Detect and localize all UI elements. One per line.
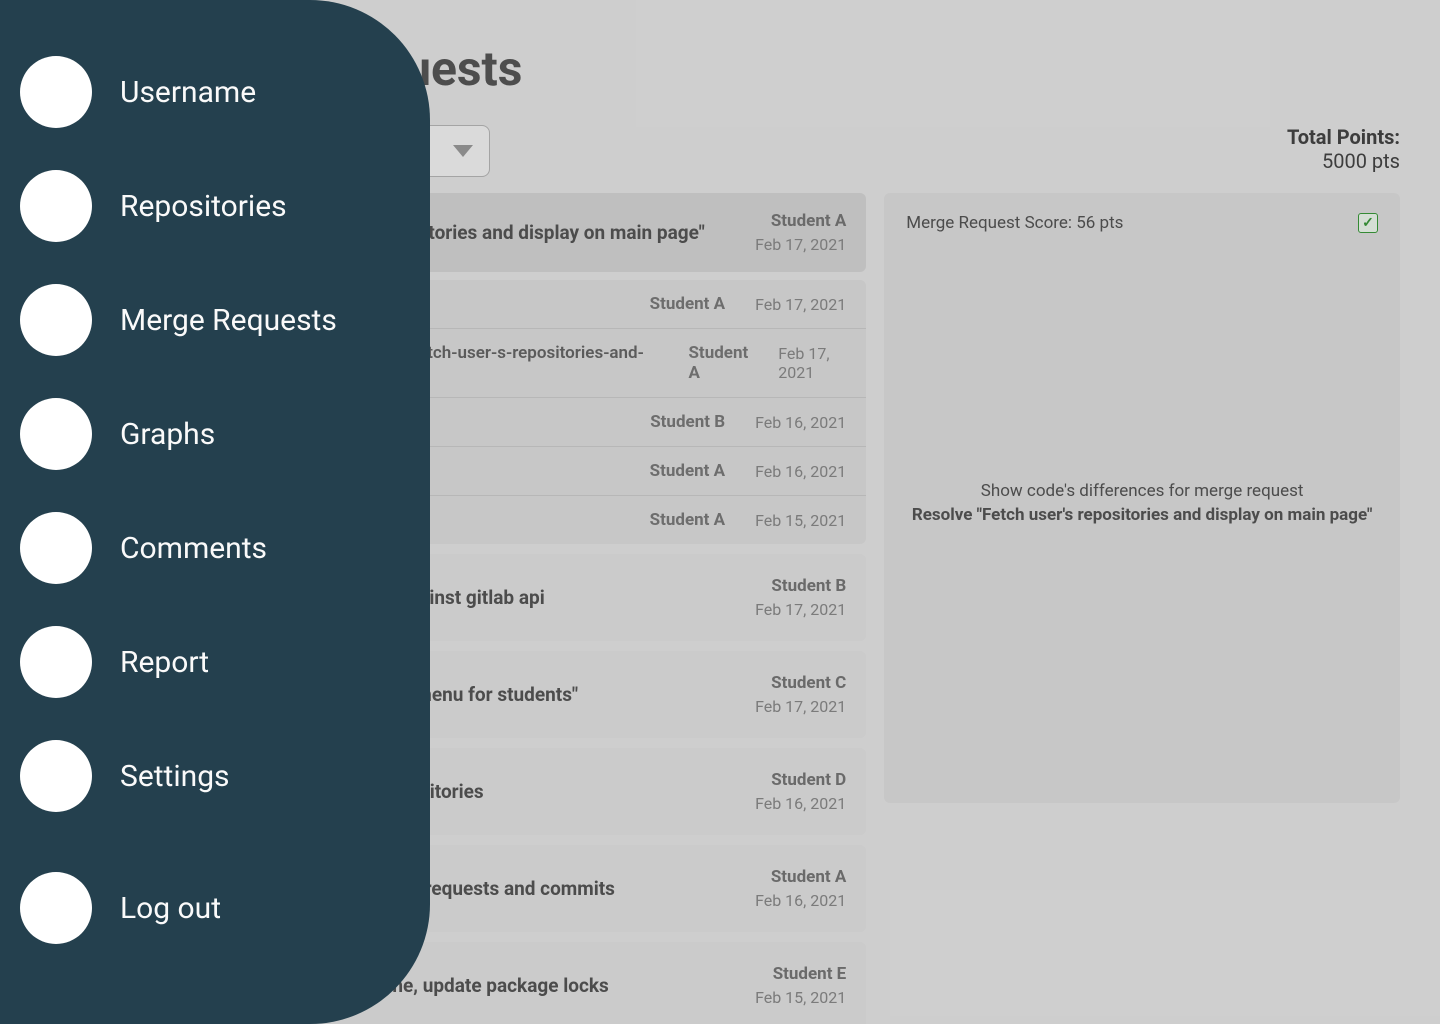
commit-date: Feb 16, 2021 bbox=[755, 462, 846, 481]
sidebar-item-graphs[interactable]: Graphs bbox=[20, 398, 410, 470]
report-icon bbox=[20, 626, 92, 698]
comment-icon bbox=[20, 512, 92, 584]
mr-date: Feb 17, 2021 bbox=[755, 600, 846, 619]
commit-student: Student B bbox=[650, 412, 725, 432]
mr-date: Feb 15, 2021 bbox=[755, 988, 846, 1007]
detail-line2: Resolve "Fetch user's repositories and d… bbox=[912, 505, 1373, 525]
detail-body: Show code's differences for merge reques… bbox=[906, 233, 1378, 773]
mr-date: Feb 17, 2021 bbox=[755, 235, 846, 254]
detail-line1: Show code's differences for merge reques… bbox=[981, 481, 1304, 501]
total-points: Total Points: 5000 pts bbox=[1287, 125, 1400, 173]
nav-list: Username Repositories Merge Requests Gra… bbox=[20, 56, 410, 812]
detail-card: Merge Request Score: 56 pts ✓ Show code'… bbox=[884, 193, 1400, 803]
sidebar-item-label: Merge Requests bbox=[120, 303, 337, 338]
detail-head: Merge Request Score: 56 pts ✓ bbox=[906, 213, 1378, 233]
sidebar-item-comments[interactable]: Comments bbox=[20, 512, 410, 584]
sidebar-item-logout[interactable]: Log out bbox=[20, 872, 410, 944]
mr-date: Feb 16, 2021 bbox=[755, 794, 846, 813]
user-icon bbox=[20, 56, 92, 128]
mr-student: Student E bbox=[755, 964, 846, 984]
mr-student: Student A bbox=[755, 867, 846, 887]
sidebar-item-label: Log out bbox=[120, 891, 221, 926]
mr-date: Feb 16, 2021 bbox=[755, 891, 846, 910]
commit-student: Student A bbox=[688, 343, 748, 383]
ignore-checkbox[interactable]: ✓ bbox=[1358, 213, 1378, 233]
repo-icon bbox=[20, 170, 92, 242]
mr-date: Feb 17, 2021 bbox=[755, 697, 846, 716]
commit-date: Feb 15, 2021 bbox=[755, 511, 846, 530]
mr-student: Student C bbox=[755, 673, 846, 693]
sidebar-item-label: Username bbox=[120, 75, 256, 110]
commit-date: Feb 17, 2021 bbox=[755, 295, 846, 314]
merge-icon bbox=[20, 284, 92, 356]
sidebar-item-report[interactable]: Report bbox=[20, 626, 410, 698]
logout-icon bbox=[20, 872, 92, 944]
sidebar-item-label: Graphs bbox=[120, 417, 215, 452]
commit-date: Feb 17, 2021 bbox=[778, 344, 846, 382]
sidebar-item-username[interactable]: Username bbox=[20, 56, 410, 128]
total-points-value: 5000 pts bbox=[1287, 149, 1400, 173]
commit-student: Student A bbox=[650, 461, 725, 481]
total-points-label: Total Points: bbox=[1287, 125, 1400, 149]
score-text: Merge Request Score: 56 pts bbox=[906, 213, 1123, 233]
sidebar-item-label: Report bbox=[120, 645, 209, 680]
sidebar: Username Repositories Merge Requests Gra… bbox=[0, 0, 430, 1024]
chevron-down-icon bbox=[453, 145, 473, 157]
sidebar-item-settings[interactable]: Settings bbox=[20, 740, 410, 812]
mr-student: Student A bbox=[755, 211, 846, 231]
mr-meta: Student A Feb 17, 2021 bbox=[755, 211, 846, 254]
gear-icon bbox=[20, 740, 92, 812]
commit-student: Student A bbox=[650, 294, 725, 314]
graph-icon bbox=[20, 398, 92, 470]
sidebar-item-label: Repositories bbox=[120, 189, 287, 224]
commit-date: Feb 16, 2021 bbox=[755, 413, 846, 432]
mr-student: Student B bbox=[755, 576, 846, 596]
commit-student: Student A bbox=[650, 510, 725, 530]
sidebar-item-label: Comments bbox=[120, 531, 267, 566]
sidebar-item-merge-requests[interactable]: Merge Requests bbox=[20, 284, 410, 356]
detail-column: Merge Request Score: 56 pts ✓ Show code'… bbox=[884, 193, 1400, 1024]
mr-student: Student D bbox=[755, 770, 846, 790]
sidebar-item-label: Settings bbox=[120, 759, 230, 794]
sidebar-item-repositories[interactable]: Repositories bbox=[20, 170, 410, 242]
